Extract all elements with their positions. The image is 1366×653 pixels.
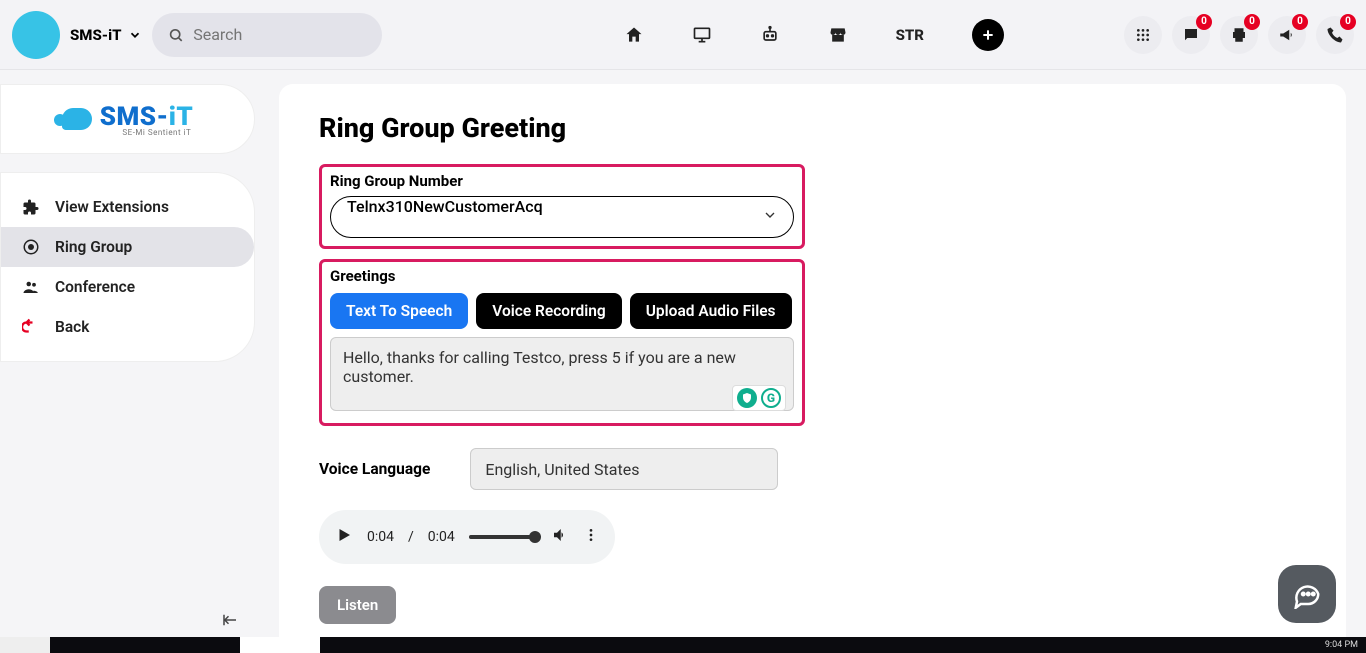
tab-text-to-speech[interactable]: Text To Speech bbox=[330, 293, 468, 329]
audio-current-time: 0:04 bbox=[367, 529, 394, 545]
audio-menu-button[interactable] bbox=[583, 527, 599, 547]
sidebar: SMS-iT SE-Mi Sentient iT View Extensions… bbox=[0, 70, 255, 637]
tab-voice-recording[interactable]: Voice Recording bbox=[476, 293, 622, 329]
messages-badge: 0 bbox=[1196, 14, 1212, 30]
audio-time-sep: / bbox=[408, 529, 414, 545]
calls-button[interactable]: 0 bbox=[1316, 16, 1354, 54]
greeting-tabs: Text To Speech Voice Recording Upload Au… bbox=[330, 293, 794, 329]
main-content: Ring Group Greeting Ring Group Number Te… bbox=[255, 70, 1366, 637]
tab-upload-audio[interactable]: Upload Audio Files bbox=[630, 293, 792, 329]
sidebar-menu: View Extensions Ring Group Conference Ba… bbox=[0, 172, 255, 362]
sidebar-item-back[interactable]: Back bbox=[1, 307, 254, 347]
print-button[interactable]: 0 bbox=[1220, 16, 1258, 54]
ring-group-number-label: Ring Group Number bbox=[330, 172, 794, 190]
sidebar-item-view-extensions[interactable]: View Extensions bbox=[1, 187, 254, 227]
search-icon bbox=[168, 26, 184, 44]
calls-badge: 0 bbox=[1340, 14, 1356, 30]
chat-fab[interactable] bbox=[1278, 565, 1336, 623]
audio-duration: 0:04 bbox=[428, 529, 455, 545]
voice-language-select[interactable]: English, United States bbox=[470, 448, 778, 490]
ring-group-number-section: Ring Group Number Telnx310NewCustomerAcq bbox=[319, 164, 805, 249]
grammarly-g-icon: G bbox=[761, 388, 781, 408]
search-input[interactable] bbox=[193, 25, 365, 44]
sidebar-item-conference[interactable]: Conference bbox=[1, 267, 254, 307]
search-box[interactable] bbox=[152, 13, 382, 57]
users-icon bbox=[21, 278, 41, 296]
notification-tray: 0 0 0 0 bbox=[1124, 16, 1354, 54]
chevron-down-icon bbox=[128, 28, 142, 42]
robot-icon[interactable] bbox=[760, 25, 780, 45]
puzzle-icon bbox=[21, 198, 41, 216]
announce-button[interactable]: 0 bbox=[1268, 16, 1306, 54]
top-nav: STR bbox=[624, 19, 1024, 51]
kebab-icon bbox=[583, 527, 599, 543]
page-title: Ring Group Greeting bbox=[319, 112, 1306, 144]
phone-icon bbox=[1326, 26, 1344, 44]
greetings-section: Greetings Text To Speech Voice Recording… bbox=[319, 259, 805, 426]
sidebar-item-label: Conference bbox=[55, 278, 135, 296]
sidebar-item-ring-group[interactable]: Ring Group bbox=[1, 227, 254, 267]
store-icon[interactable] bbox=[828, 25, 848, 45]
collapse-sidebar-icon[interactable] bbox=[221, 611, 239, 633]
megaphone-icon bbox=[1278, 26, 1296, 44]
clock: 9:04 PM bbox=[1325, 640, 1358, 650]
target-icon bbox=[21, 238, 41, 256]
apps-button[interactable] bbox=[1124, 16, 1162, 54]
voice-language-row: Voice Language English, United States bbox=[319, 448, 1306, 490]
printer-icon bbox=[1230, 26, 1248, 44]
monitor-icon[interactable] bbox=[692, 25, 712, 45]
top-bar: SMS-iT STR 0 0 bbox=[0, 0, 1366, 70]
volume-button[interactable] bbox=[551, 526, 569, 548]
voice-language-value: English, United States bbox=[485, 460, 639, 479]
announce-badge: 0 bbox=[1292, 14, 1308, 30]
play-button[interactable] bbox=[335, 526, 353, 548]
grammarly-shield-icon bbox=[737, 388, 757, 408]
volume-icon bbox=[551, 526, 569, 544]
chat-bubble-icon bbox=[1292, 579, 1322, 609]
ring-group-number-value: Telnx310NewCustomerAcq bbox=[347, 197, 543, 216]
grid-icon bbox=[1135, 27, 1151, 43]
audio-player: 0:04 / 0:04 bbox=[319, 510, 615, 564]
ring-group-number-select[interactable]: Telnx310NewCustomerAcq bbox=[330, 196, 794, 238]
tts-text-input[interactable] bbox=[330, 337, 794, 411]
messages-button[interactable]: 0 bbox=[1172, 16, 1210, 54]
grammarly-widget[interactable]: G bbox=[732, 385, 786, 411]
voice-language-label: Voice Language bbox=[319, 460, 430, 478]
home-icon[interactable] bbox=[624, 25, 644, 45]
chat-icon bbox=[1182, 26, 1200, 44]
play-icon bbox=[335, 526, 353, 544]
avatar[interactable] bbox=[12, 11, 60, 59]
plus-icon bbox=[980, 27, 996, 43]
panel: Ring Group Greeting Ring Group Number Te… bbox=[279, 84, 1346, 652]
os-taskbar: 9:04 PM bbox=[0, 637, 1366, 653]
sidebar-item-label: View Extensions bbox=[55, 198, 169, 216]
sidebar-item-label: Back bbox=[55, 318, 89, 336]
listen-button[interactable]: Listen bbox=[319, 586, 396, 624]
brand-label: SMS-iT bbox=[70, 26, 122, 44]
sidebar-item-label: Ring Group bbox=[55, 238, 132, 256]
str-link[interactable]: STR bbox=[896, 26, 924, 44]
brand-dropdown[interactable]: SMS-iT bbox=[70, 26, 142, 44]
print-badge: 0 bbox=[1244, 14, 1260, 30]
add-button[interactable] bbox=[972, 19, 1004, 51]
logo-card[interactable]: SMS-iT SE-Mi Sentient iT bbox=[0, 84, 255, 154]
back-arrow-icon bbox=[21, 318, 41, 336]
cloud-icon bbox=[62, 108, 92, 130]
greetings-label: Greetings bbox=[330, 267, 794, 285]
audio-progress[interactable] bbox=[469, 535, 537, 539]
